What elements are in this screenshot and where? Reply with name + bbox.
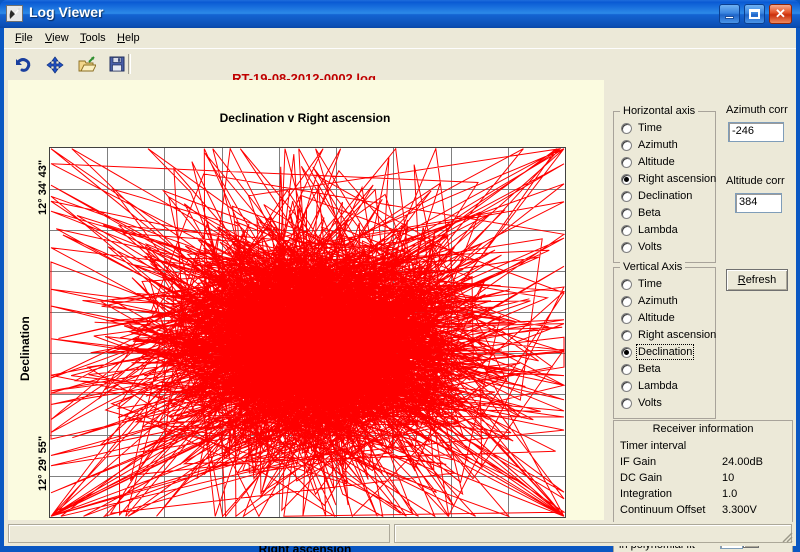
radio-icon [621, 225, 632, 236]
rx-label-integration: Integration [620, 488, 672, 500]
rx-label-if-gain: IF Gain [620, 456, 657, 468]
azimuth-corr-label: Azimuth corr [726, 104, 788, 116]
radio-label: Lambda [638, 380, 678, 392]
status-pane-1 [8, 524, 390, 543]
radio-icon [621, 123, 632, 134]
y-tick-top: 12° 34' 43" [37, 159, 49, 215]
radio-label: Declination [635, 344, 695, 360]
floppy-disk-icon [109, 56, 125, 72]
radio-icon [621, 157, 632, 168]
rx-value-dc-gain: 10 [722, 472, 735, 484]
radio-icon [621, 279, 632, 290]
data-series-polyline [50, 148, 565, 517]
close-button[interactable]: ✕ [769, 4, 792, 24]
altitude-corr-input[interactable]: 384 [735, 193, 782, 213]
refresh-button[interactable]: Refresh [726, 269, 788, 291]
status-bar [4, 522, 796, 546]
radio-label: Lambda [638, 224, 678, 236]
title-bar: Log Viewer ✕ [0, 0, 800, 28]
satellite-dish-glyph [9, 8, 21, 19]
application-window: Log Viewer ✕ File View Tools Help RT-19-… [0, 0, 800, 552]
client-area: File View Tools Help RT-19-08-2012-0002.… [4, 28, 796, 552]
refresh-button-label: efresh [745, 274, 777, 286]
radio-icon [621, 140, 632, 151]
radio-label: Altitude [638, 156, 675, 168]
plot-panel: Declination v Right ascension Declinatio… [8, 80, 604, 552]
radio-label: Right ascension [638, 329, 717, 341]
radio-icon [621, 398, 632, 409]
y-axis-title: Declination [18, 316, 32, 381]
radio-icon-selected [621, 174, 632, 185]
vertical-axis-group: Vertical Axis Time Azimuth Altitude Righ… [613, 261, 717, 419]
maximize-icon [749, 9, 760, 19]
rx-value-integration: 1.0 [722, 488, 738, 500]
chart-title: Declination v Right ascension [219, 111, 391, 125]
vertical-axis-title: Vertical Axis [620, 261, 686, 273]
receiver-information-header: Receiver information [652, 423, 754, 435]
radio-icon [621, 208, 632, 219]
menu-tools[interactable]: Tools [75, 31, 111, 46]
radio-label: Azimuth [638, 295, 678, 307]
radio-label: Beta [638, 207, 661, 219]
radio-label: Time [638, 278, 663, 290]
horizontal-axis-title: Horizontal axis [620, 105, 699, 117]
radio-label: Altitude [638, 312, 675, 324]
menu-bar: File View Tools Help [4, 28, 796, 48]
radio-icon [621, 330, 632, 341]
toolbar: RT-19-08-2012-0002.log [4, 48, 796, 86]
radio-label: Azimuth [638, 139, 678, 151]
radio-icon-selected [621, 347, 632, 358]
close-icon: ✕ [775, 6, 786, 21]
radio-label: Volts [638, 241, 662, 253]
horizontal-axis-group: Horizontal axis Time Azimuth Altitude Ri… [613, 105, 717, 263]
status-pane-2 [394, 524, 792, 543]
rx-value-if-gain: 24.00dB [722, 456, 763, 468]
radio-label: Declination [638, 190, 693, 202]
menu-view[interactable]: View [40, 31, 74, 46]
y-tick-bottom: 12° 29' 55" [37, 435, 49, 491]
menu-file[interactable]: File [10, 31, 38, 46]
scatter-plot-svg [50, 148, 565, 517]
resize-grip-icon[interactable] [780, 530, 794, 544]
maximize-button[interactable] [744, 4, 765, 24]
plot-area[interactable] [49, 147, 566, 518]
rx-label-timer-interval: Timer interval [620, 440, 687, 452]
menu-help[interactable]: Help [112, 31, 145, 46]
altitude-corr-label: Altitude corr [726, 175, 785, 187]
radio-label: Right ascension [638, 173, 717, 185]
radio-label: Beta [638, 363, 661, 375]
minimize-icon [725, 16, 734, 19]
radio-icon [621, 296, 632, 307]
radio-icon [621, 364, 632, 375]
receiver-information-panel: Receiver information Timer interval IF G… [613, 420, 793, 524]
rx-label-continuum-offset: Continuum Offset [620, 504, 706, 516]
rx-label-dc-gain: DC Gain [620, 472, 663, 484]
radio-label: Volts [638, 397, 662, 409]
rx-value-continuum-offset: 3.300V [722, 504, 757, 516]
radio-icon [621, 242, 632, 253]
satellite-dish-icon [6, 5, 23, 22]
window-title: Log Viewer [29, 4, 104, 20]
radio-icon [621, 381, 632, 392]
radio-icon [621, 313, 632, 324]
minimize-button[interactable] [719, 4, 740, 24]
radio-label: Time [638, 122, 663, 134]
azimuth-corr-input[interactable]: -246 [728, 122, 784, 142]
radio-icon [621, 191, 632, 202]
